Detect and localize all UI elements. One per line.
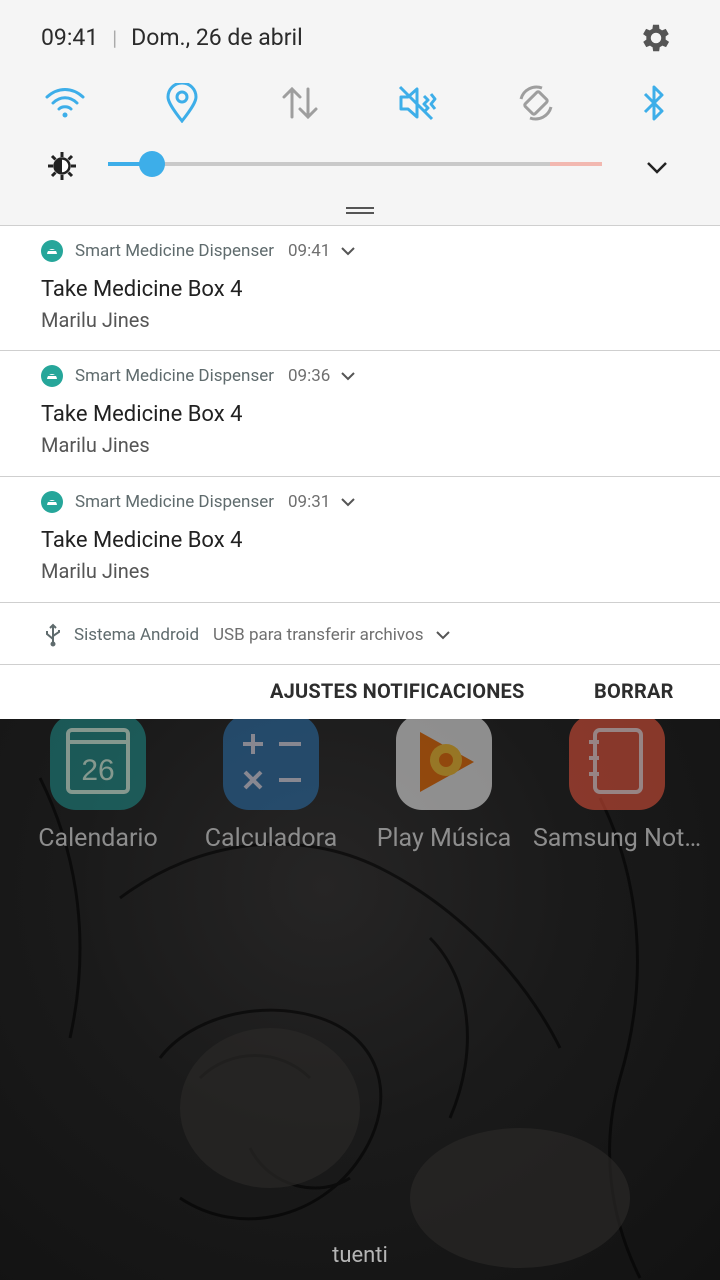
notification-title: Take Medicine Box 4 bbox=[41, 277, 243, 302]
app-calculadora[interactable]: Calculadora bbox=[185, 718, 357, 853]
brightness-slider[interactable] bbox=[108, 151, 602, 177]
home-screen: 26 Calendario Calculadora Play Música Sa… bbox=[0, 718, 720, 1280]
notification-card[interactable]: Smart Medicine Dispenser 09:36 Take Medi… bbox=[0, 350, 720, 476]
brightness-thumb[interactable] bbox=[139, 151, 165, 177]
app-label: Samsung Not… bbox=[532, 824, 702, 853]
usb-notification[interactable]: Sistema Android USB para transferir arch… bbox=[0, 602, 720, 665]
clock: 09:41 bbox=[41, 24, 99, 51]
notification-title: Take Medicine Box 4 bbox=[41, 528, 243, 553]
chevron-down-icon[interactable] bbox=[340, 243, 356, 259]
auto-rotate-toggle[interactable] bbox=[513, 80, 559, 126]
brightness-high-zone bbox=[550, 162, 602, 166]
wifi-icon bbox=[45, 88, 85, 118]
chevron-down-icon[interactable] bbox=[435, 627, 451, 643]
separator: | bbox=[112, 25, 118, 50]
notification-time: 09:41 bbox=[288, 241, 331, 261]
app-calendario[interactable]: 26 Calendario bbox=[12, 718, 184, 853]
notification-title: Take Medicine Box 4 bbox=[41, 402, 243, 427]
chevron-down-icon[interactable] bbox=[340, 494, 356, 510]
notification-card[interactable]: Smart Medicine Dispenser 09:41 Take Medi… bbox=[0, 225, 720, 350]
clear-all-button[interactable]: BORRAR bbox=[594, 679, 674, 703]
notification-card[interactable]: Smart Medicine Dispenser 09:31 Take Medi… bbox=[0, 476, 720, 603]
samsung-notes-icon bbox=[569, 718, 665, 810]
android-app-icon bbox=[41, 240, 63, 262]
notification-settings-button[interactable]: AJUSTES NOTIFICACIONES bbox=[270, 679, 525, 703]
gear-icon[interactable] bbox=[638, 20, 674, 56]
location-toggle[interactable] bbox=[159, 80, 205, 126]
notification-actions: AJUSTES NOTIFICACIONES BORRAR bbox=[0, 664, 720, 719]
notification-text: Marilu Jines bbox=[41, 559, 150, 583]
sound-toggle[interactable] bbox=[395, 80, 441, 126]
android-app-icon bbox=[41, 365, 63, 387]
app-play-musica[interactable]: Play Música bbox=[358, 718, 530, 853]
app-label: Calendario bbox=[38, 824, 158, 853]
calendar-icon: 26 bbox=[50, 718, 146, 810]
brightness-icon bbox=[48, 152, 76, 180]
notification-app-name: Smart Medicine Dispenser bbox=[75, 241, 274, 261]
chevron-down-icon[interactable] bbox=[644, 154, 670, 180]
svg-text:26: 26 bbox=[81, 754, 114, 787]
play-music-icon bbox=[396, 718, 492, 810]
notification-app-name: Smart Medicine Dispenser bbox=[75, 492, 274, 512]
mobile-data-icon bbox=[282, 86, 318, 120]
notification-app-name: Sistema Android bbox=[74, 625, 200, 645]
notification-time: 09:31 bbox=[288, 492, 331, 512]
date: Dom., 26 de abril bbox=[131, 24, 303, 51]
location-icon bbox=[166, 83, 198, 123]
sound-off-icon bbox=[398, 85, 437, 121]
app-label: Play Música bbox=[376, 824, 512, 853]
usb-icon bbox=[46, 623, 60, 647]
notification-app-name: Smart Medicine Dispenser bbox=[75, 366, 274, 386]
bluetooth-toggle[interactable] bbox=[631, 80, 677, 126]
shade-drag-handle[interactable] bbox=[346, 207, 374, 214]
status-bar: 09:41 | Dom., 26 de abril bbox=[41, 24, 303, 51]
app-label: Calculadora bbox=[204, 824, 338, 853]
quick-settings bbox=[0, 80, 720, 126]
notification-text: Marilu Jines bbox=[41, 308, 150, 332]
notification-text: Marilu Jines bbox=[41, 433, 150, 457]
notification-shade: 09:41 | Dom., 26 de abril Smart Medicine… bbox=[0, 0, 720, 719]
auto-rotate-icon bbox=[519, 85, 553, 121]
carrier-label: tuenti bbox=[332, 1243, 388, 1268]
notification-text: USB para transferir archivos bbox=[213, 625, 424, 645]
calculator-icon bbox=[223, 718, 319, 810]
android-app-icon bbox=[41, 491, 63, 513]
chevron-down-icon[interactable] bbox=[340, 368, 356, 384]
wifi-toggle[interactable] bbox=[42, 80, 88, 126]
app-samsung-notes[interactable]: Samsung Not… bbox=[531, 718, 703, 853]
bluetooth-icon bbox=[643, 85, 664, 121]
mobile-data-toggle[interactable] bbox=[277, 80, 323, 126]
notification-time: 09:36 bbox=[288, 366, 331, 386]
